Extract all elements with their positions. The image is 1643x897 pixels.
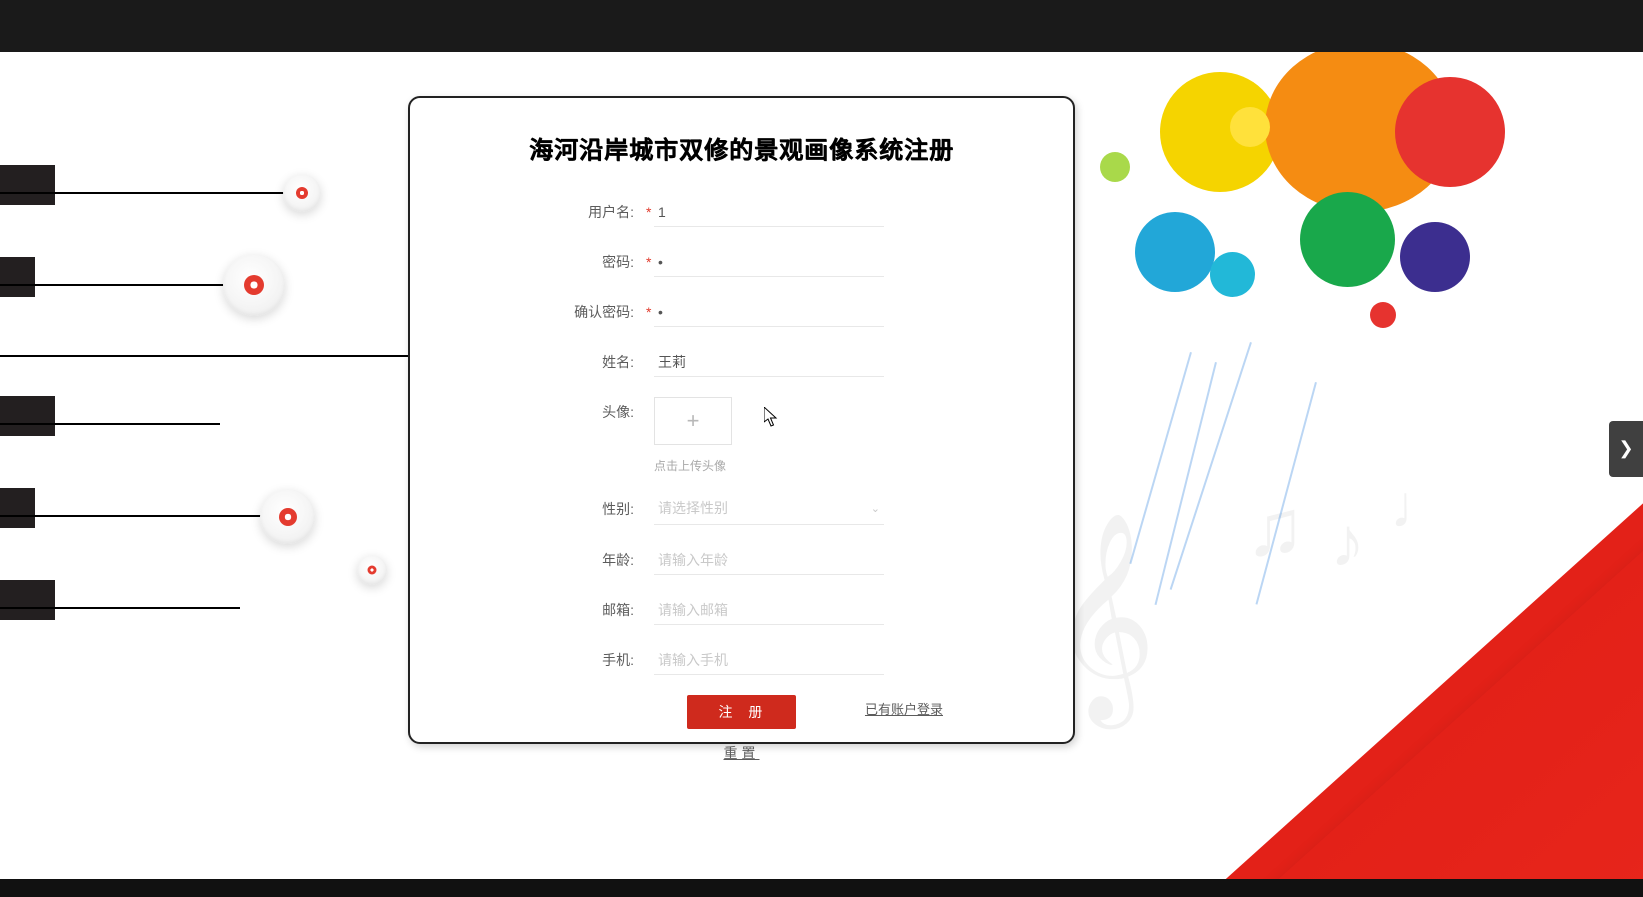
label-confirm: 确认密码:: [410, 297, 640, 327]
name-input[interactable]: [654, 348, 884, 377]
register-card: 海河沿岸城市双修的景观画像系统注册 用户名: * 密码: * 确认密码: * 姓…: [408, 96, 1075, 744]
login-link[interactable]: 已有账户登录: [865, 699, 943, 718]
age-input[interactable]: [654, 546, 884, 575]
row-avatar: 头像: +: [410, 397, 1073, 453]
label-phone: 手机:: [410, 645, 640, 675]
top-bar: [0, 0, 1643, 52]
label-age: 年龄:: [410, 545, 640, 575]
username-input[interactable]: [654, 198, 884, 227]
gender-select[interactable]: 请选择性别 ⌄: [654, 492, 884, 525]
next-button[interactable]: ❯: [1609, 421, 1643, 477]
gender-placeholder: 请选择性别: [658, 498, 728, 518]
bottom-bar: [0, 879, 1643, 897]
label-avatar: 头像:: [410, 397, 640, 427]
chevron-right-icon: ❯: [1618, 438, 1633, 459]
row-password: 密码: *: [410, 247, 1073, 277]
row-confirm: 确认密码: *: [410, 297, 1073, 327]
phone-input[interactable]: [654, 646, 884, 675]
register-button[interactable]: 注 册: [687, 695, 797, 729]
label-gender: 性别:: [410, 494, 640, 524]
register-form: 用户名: * 密码: * 确认密码: * 姓名:: [410, 197, 1073, 763]
required-mark: *: [640, 297, 654, 327]
row-username: 用户名: *: [410, 197, 1073, 227]
label-username: 用户名:: [410, 197, 640, 227]
avatar-upload[interactable]: +: [654, 397, 732, 445]
row-email: 邮箱:: [410, 595, 1073, 625]
required-mark: *: [640, 247, 654, 277]
reset-button[interactable]: 重置: [724, 743, 760, 763]
card-title: 海河沿岸城市双修的景观画像系统注册: [410, 130, 1073, 165]
label-name: 姓名:: [410, 347, 640, 377]
avatar-hint: 点击上传头像: [654, 457, 1013, 474]
row-phone: 手机:: [410, 645, 1073, 675]
label-email: 邮箱:: [410, 595, 640, 625]
label-password: 密码:: [410, 247, 640, 277]
row-name: 姓名:: [410, 347, 1073, 377]
chevron-down-icon: ⌄: [871, 502, 880, 515]
row-avatar-hint: 点击上传头像: [410, 457, 1073, 474]
password-input[interactable]: [654, 248, 884, 277]
row-age: 年龄:: [410, 545, 1073, 575]
plus-icon: +: [687, 408, 700, 434]
row-gender: 性别: 请选择性别 ⌄: [410, 492, 1073, 525]
required-mark: *: [640, 197, 654, 227]
email-input[interactable]: [654, 596, 884, 625]
confirm-input[interactable]: [654, 298, 884, 327]
left-decoration: .left-deco .disc:nth-of-type(12)::after{…: [0, 52, 420, 852]
